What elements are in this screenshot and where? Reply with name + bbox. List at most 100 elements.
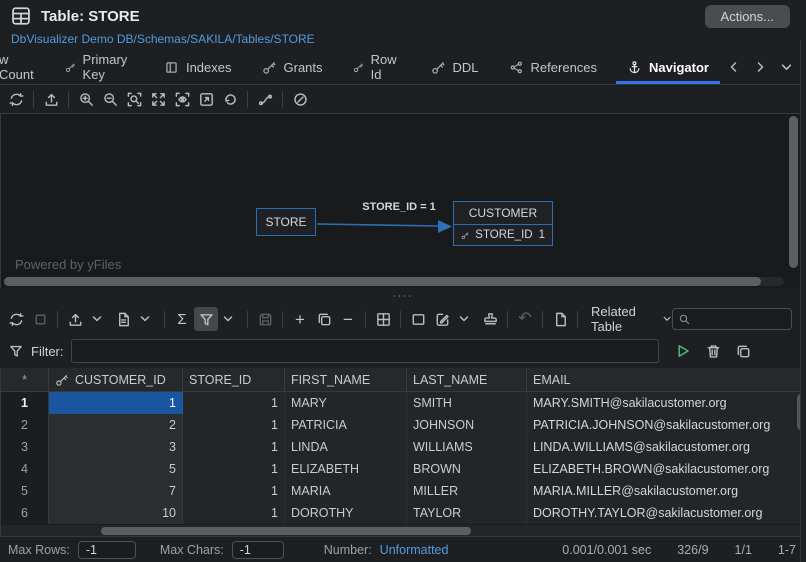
cell-store-id[interactable]: 1	[183, 458, 285, 480]
filter-input[interactable]	[71, 339, 659, 363]
row-number[interactable]: 4	[1, 458, 49, 480]
cell-first-name[interactable]: MARIA	[285, 480, 407, 502]
aggregate-button[interactable]: Σ	[170, 307, 194, 331]
number-format-value[interactable]: Unformatted	[380, 543, 449, 557]
tab-grants[interactable]: Grants	[247, 50, 338, 84]
delete-row-button[interactable]: −	[336, 307, 360, 331]
diagram-refresh-button[interactable]	[4, 87, 28, 111]
diagram-vertical-scrollbar[interactable]	[789, 116, 798, 268]
table-row[interactable]: 2 2 1 PATRICIA JOHNSON PATRICIA.JOHNSON@…	[1, 414, 806, 436]
fit-content-button[interactable]	[146, 87, 170, 111]
column-header-last-name[interactable]: LAST_NAME	[407, 368, 527, 391]
table-view-button[interactable]	[371, 307, 395, 331]
cell-view-button[interactable]	[406, 307, 430, 331]
zoom-selection-button[interactable]	[122, 87, 146, 111]
grid-export-menu-button[interactable]	[85, 307, 109, 331]
max-chars-input[interactable]	[232, 541, 284, 559]
cell-last-name[interactable]: BROWN	[407, 458, 527, 480]
table-row[interactable]: 1 1 1 MARY SMITH MARY.SMITH@sakilacustom…	[1, 392, 806, 414]
column-header-first-name[interactable]: FIRST_NAME	[285, 368, 407, 391]
column-header-store-id[interactable]: STORE_ID	[183, 368, 285, 391]
related-table-dropdown[interactable]: Related Table	[591, 304, 672, 334]
tab-row-id[interactable]: Row Id	[338, 50, 416, 84]
grid-search-input[interactable]	[691, 312, 786, 326]
tab-navigator[interactable]: Navigator	[612, 50, 724, 84]
cell-store-id[interactable]: 1	[183, 392, 285, 414]
cell-email[interactable]: DOROTHY.TAYLOR@sakilacustomer.org	[527, 502, 806, 524]
tabs-list-button[interactable]	[776, 55, 796, 79]
insert-row-button[interactable]: +	[288, 307, 312, 331]
open-in-window-button[interactable]	[194, 87, 218, 111]
duplicate-row-button[interactable]	[312, 307, 336, 331]
row-number[interactable]: 3	[1, 436, 49, 458]
cell-first-name[interactable]: LINDA	[285, 436, 407, 458]
navigation-mode-button[interactable]	[288, 87, 312, 111]
cell-customer-id[interactable]: 10	[49, 502, 183, 524]
table-row[interactable]: 5 7 1 MARIA MILLER MARIA.MILLER@sakilacu…	[1, 480, 806, 502]
panel-splitter[interactable]: ∙∙∙∙	[0, 288, 806, 304]
cell-first-name[interactable]: DOROTHY	[285, 502, 407, 524]
cell-last-name[interactable]: SMITH	[407, 392, 527, 414]
tab-references[interactable]: References	[494, 50, 612, 84]
set-value-button[interactable]	[478, 307, 502, 331]
overview-button[interactable]	[170, 87, 194, 111]
column-header-email[interactable]: EMAIL	[527, 368, 806, 391]
zoom-in-button[interactable]	[74, 87, 98, 111]
max-rows-input[interactable]	[78, 541, 136, 559]
save-button[interactable]	[253, 307, 277, 331]
cell-last-name[interactable]: WILLIAMS	[407, 436, 527, 458]
grid-export-button[interactable]	[63, 307, 87, 331]
cell-customer-id[interactable]: 1	[49, 392, 183, 414]
cell-last-name[interactable]: TAYLOR	[407, 502, 527, 524]
relayout-button[interactable]	[218, 87, 242, 111]
cell-email[interactable]: PATRICIA.JOHNSON@sakilacustomer.org	[527, 414, 806, 436]
cell-store-id[interactable]: 1	[183, 414, 285, 436]
row-header-corner[interactable]: *	[1, 368, 49, 391]
cell-customer-id[interactable]: 2	[49, 414, 183, 436]
cell-customer-id[interactable]: 5	[49, 458, 183, 480]
zoom-out-button[interactable]	[98, 87, 122, 111]
cell-first-name[interactable]: MARY	[285, 392, 407, 414]
row-number[interactable]: 6	[1, 502, 49, 524]
table-row[interactable]: 3 3 1 LINDA WILLIAMS LINDA.WILLIAMS@saki…	[1, 436, 806, 458]
actions-button[interactable]: Actions...	[705, 5, 790, 28]
filter-toggle-button[interactable]	[194, 307, 218, 331]
tab-indexes[interactable]: Indexes	[149, 50, 247, 84]
cell-first-name[interactable]: PATRICIA	[285, 414, 407, 436]
cell-store-id[interactable]: 1	[183, 480, 285, 502]
row-number[interactable]: 5	[1, 480, 49, 502]
copy-filter-button[interactable]	[732, 339, 755, 363]
cell-email[interactable]: LINDA.WILLIAMS@sakilacustomer.org	[527, 436, 806, 458]
cell-first-name[interactable]: ELIZABETH	[285, 458, 407, 480]
filter-menu-button[interactable]	[216, 307, 240, 331]
edit-menu-button[interactable]	[452, 307, 476, 331]
clear-filter-button[interactable]	[702, 339, 725, 363]
cell-store-id[interactable]: 1	[183, 436, 285, 458]
row-number[interactable]: 1	[1, 392, 49, 414]
column-header-customer-id[interactable]: CUSTOMER_ID	[49, 368, 183, 391]
cell-email[interactable]: MARY.SMITH@sakilacustomer.org	[527, 392, 806, 414]
edge-routing-button[interactable]	[253, 87, 277, 111]
diagram-export-button[interactable]	[39, 87, 63, 111]
grid-search-box[interactable]	[672, 308, 792, 330]
table-row[interactable]: 6 10 1 DOROTHY TAYLOR DOROTHY.TAYLOR@sak…	[1, 502, 806, 524]
tab-primary-key[interactable]: Primary Key	[50, 50, 149, 84]
store-node[interactable]: STORE	[256, 208, 316, 236]
customer-node[interactable]: CUSTOMER STORE_ID 1	[453, 201, 553, 246]
tabs-scroll-right-button[interactable]	[750, 55, 770, 79]
cell-last-name[interactable]: MILLER	[407, 480, 527, 502]
cell-last-name[interactable]: JOHNSON	[407, 414, 527, 436]
apply-filter-button[interactable]	[672, 339, 695, 363]
grid-document-menu-button[interactable]	[133, 307, 157, 331]
grid-horizontal-scrollbar[interactable]	[1, 524, 806, 536]
cell-customer-id[interactable]: 3	[49, 436, 183, 458]
cell-email[interactable]: ELIZABETH.BROWN@sakilacustomer.org	[527, 458, 806, 480]
tab-row-count[interactable]: w Count	[0, 50, 50, 84]
cell-customer-id[interactable]: 7	[49, 480, 183, 502]
cell-store-id[interactable]: 1	[183, 502, 285, 524]
tabs-scroll-left-button[interactable]	[724, 55, 744, 79]
tab-ddl[interactable]: DDL	[416, 50, 494, 84]
grid-refresh-button[interactable]	[4, 307, 28, 331]
cell-email[interactable]: MARIA.MILLER@sakilacustomer.org	[527, 480, 806, 502]
undo-button[interactable]: ↶	[513, 307, 537, 331]
